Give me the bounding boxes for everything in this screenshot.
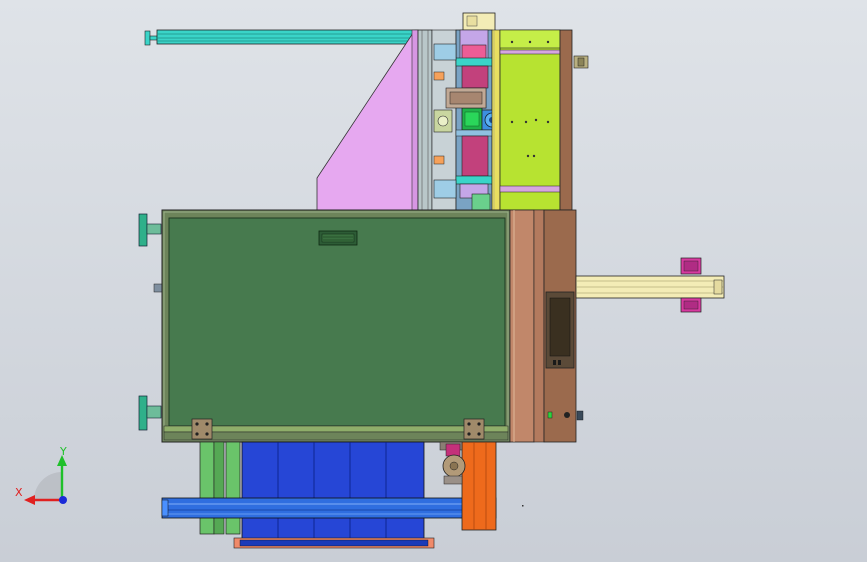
- bottom-green-rails: [199, 441, 241, 535]
- left-handle-top: [138, 213, 162, 247]
- cabinet-panel: [168, 217, 506, 427]
- pink-gusset-plate: [316, 29, 419, 211]
- y-axis-label: Y: [59, 445, 67, 458]
- indicator-led: [547, 411, 553, 419]
- x-axis-label: X: [15, 486, 23, 499]
- right-arm: [575, 257, 725, 313]
- left-handle-bottom: [138, 395, 162, 431]
- z-axis-dot: [59, 496, 67, 504]
- blue-cross-rail: [161, 497, 497, 519]
- lime-mounting-plate: [499, 29, 589, 211]
- view-triad[interactable]: Y X: [15, 445, 67, 505]
- side-latch: [153, 283, 163, 293]
- top-cyan-rail: [144, 29, 418, 46]
- main-cabinet[interactable]: [138, 209, 511, 443]
- vent-slot: [318, 230, 358, 246]
- cad-viewport[interactable]: Y X: [0, 0, 867, 562]
- stray-point: [522, 505, 524, 507]
- corner-bracket-right: [463, 418, 485, 440]
- corner-bracket-left: [191, 418, 213, 440]
- triad-plane-icon: [34, 472, 62, 500]
- blue-tray: [233, 441, 435, 549]
- power-switch-icon[interactable]: [564, 412, 570, 418]
- right-control-panel[interactable]: [509, 209, 584, 443]
